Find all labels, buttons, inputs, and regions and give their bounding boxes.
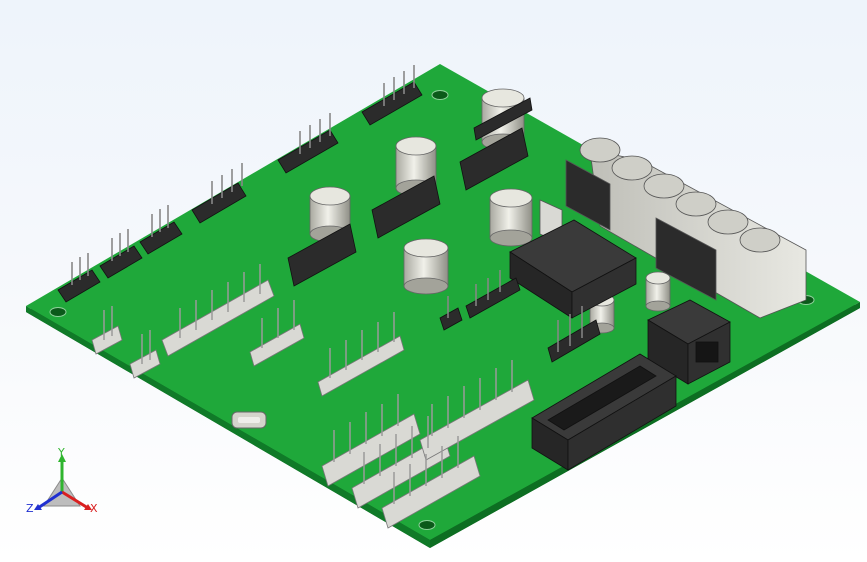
z-axis-label: Z bbox=[26, 502, 34, 515]
y-axis-label: Y bbox=[58, 446, 65, 459]
3d-viewport[interactable]: Y X Z bbox=[0, 0, 867, 562]
crystal bbox=[231, 411, 267, 429]
x-axis-label: X bbox=[90, 502, 98, 515]
pcb-model[interactable] bbox=[0, 0, 867, 562]
coordinate-triad: Y X Z bbox=[22, 446, 102, 528]
